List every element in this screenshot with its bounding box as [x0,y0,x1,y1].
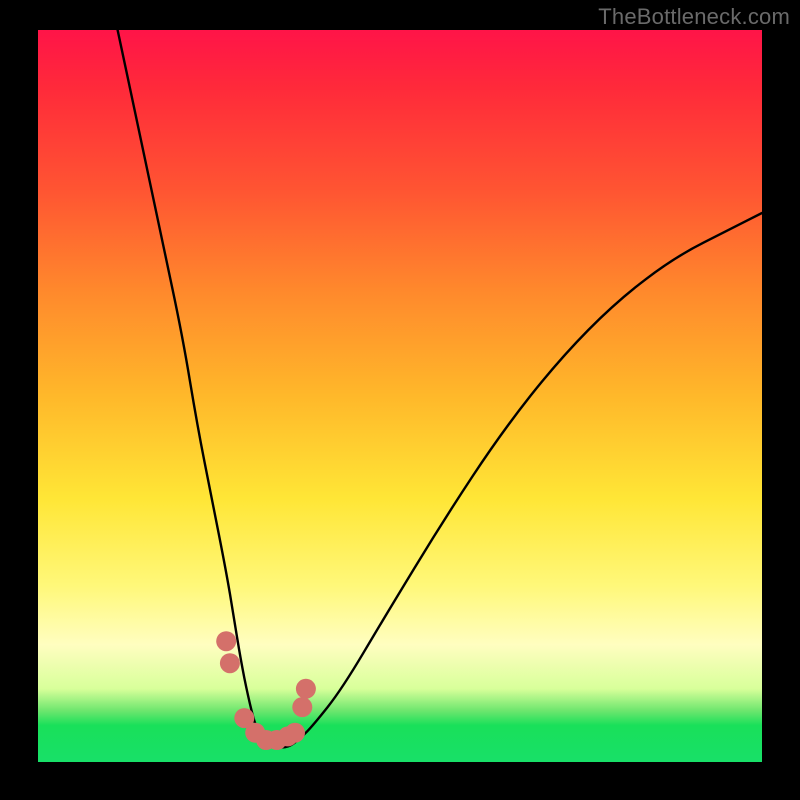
watermark-text: TheBottleneck.com [598,4,790,30]
marker-dot [216,631,236,651]
marker-group [216,631,316,750]
plot-area [38,30,762,762]
marker-dot [296,679,316,699]
marker-dot [285,723,305,743]
bottleneck-curve [118,30,762,747]
marker-dot [292,697,312,717]
chart-frame: TheBottleneck.com [0,0,800,800]
chart-svg [38,30,762,762]
marker-dot [220,653,240,673]
